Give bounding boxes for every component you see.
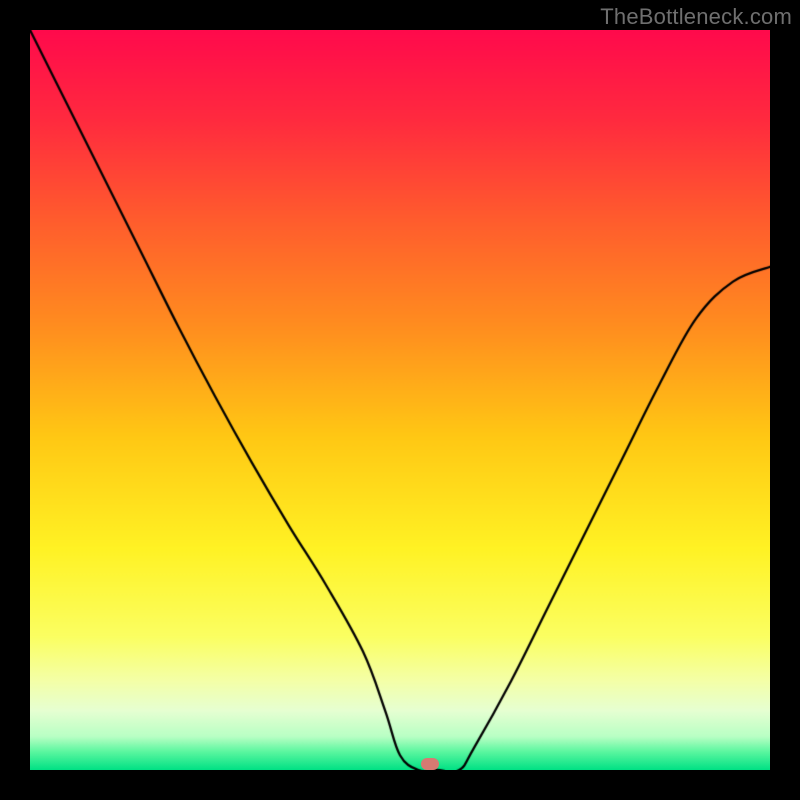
- plot-area: [30, 30, 770, 770]
- chart-frame: TheBottleneck.com: [0, 0, 800, 800]
- watermark-text: TheBottleneck.com: [600, 4, 792, 30]
- chart-curve-canvas: [30, 30, 770, 770]
- optimal-point-marker: [421, 758, 439, 770]
